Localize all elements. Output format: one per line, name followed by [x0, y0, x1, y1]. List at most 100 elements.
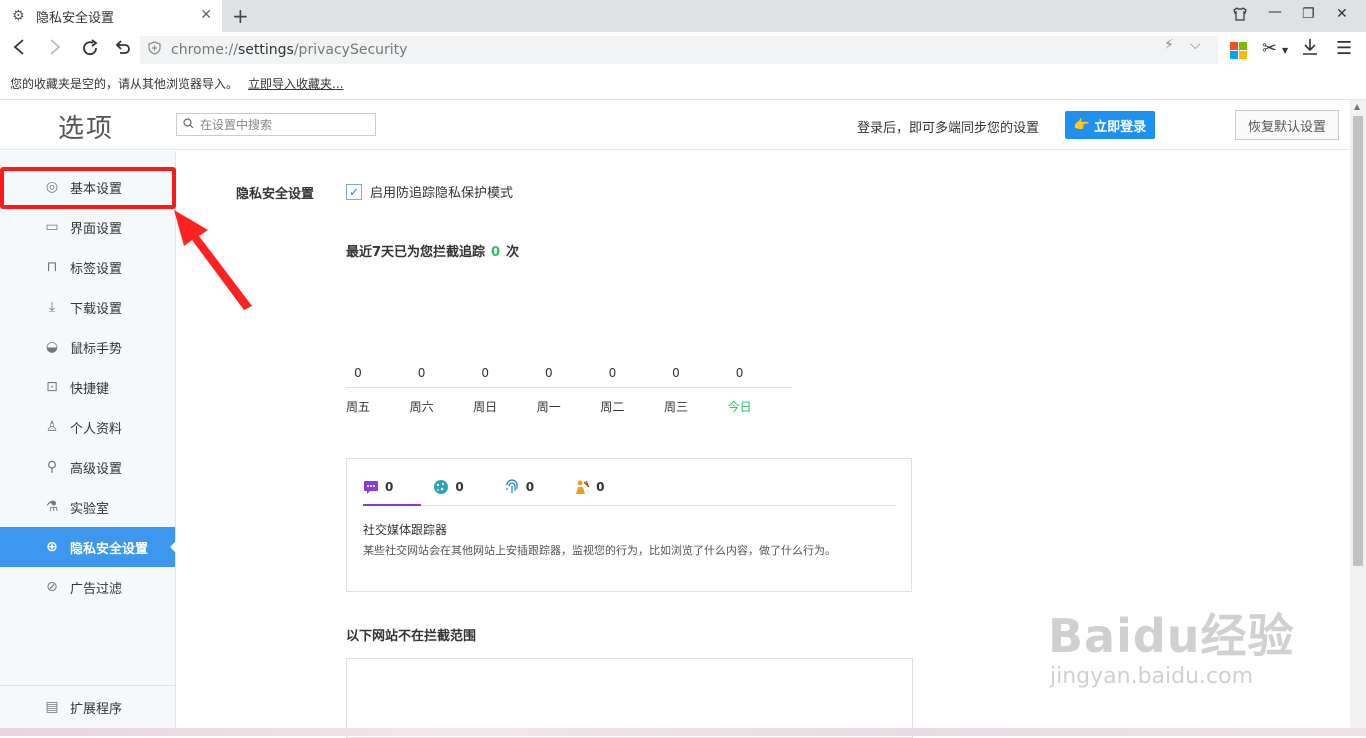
block-icon: ⊘ — [46, 579, 58, 595]
back-icon[interactable] — [12, 38, 26, 61]
scrollbar-thumb[interactable] — [1353, 116, 1363, 566]
shield-icon — [148, 41, 161, 59]
day-value: 0 — [481, 366, 489, 380]
sidebar-item-mouse-gesture[interactable]: ◒ 鼠标手势 — [0, 327, 175, 367]
day-label: 今日 — [727, 400, 752, 414]
day-column: 0 周六 — [402, 366, 442, 415]
reset-defaults-button[interactable]: 恢复默认设置 — [1235, 110, 1339, 140]
tracker-tab-cookie[interactable]: 0 — [433, 479, 464, 495]
day-label: 周三 — [663, 400, 688, 414]
login-button-label: 立即登录 — [1094, 119, 1147, 135]
wrench-icon: ⚲ — [46, 459, 58, 475]
search-input[interactable] — [200, 117, 370, 132]
login-hint: 登录后，即可多端同步您的设置 — [857, 121, 1040, 136]
new-tab-button[interactable]: + — [232, 4, 249, 28]
day-column: 0 周一 — [529, 366, 569, 415]
tracker-tab-fingerprint[interactable]: 0 — [504, 479, 534, 495]
shield-plus-icon: ⊕ — [46, 539, 58, 555]
anti-tracking-checkbox[interactable]: ✓ — [346, 183, 362, 200]
tracker-tab-miner[interactable]: 0 — [574, 479, 604, 495]
day-value: 0 — [672, 366, 680, 380]
download-icon: ⤓ — [48, 299, 56, 315]
blocked-stat: 最近7天已为您拦截追踪 0 次 — [346, 245, 520, 260]
sidebar: ◎ 基本设置 ▭ 界面设置 ⊓ 标签设置 ⤓ 下载设置 ◒ 鼠标手势 ⊡ 快捷键… — [0, 151, 176, 736]
sidebar-item-interface[interactable]: ▭ 界面设置 — [0, 207, 175, 247]
lightning-icon[interactable]: ⚡ — [1164, 37, 1174, 53]
weekly-block-chart: 0 周五 0 周六 0 周日 0 周一 0 周二 0 周三 0 今日 — [346, 366, 792, 416]
day-label: 周五 — [345, 400, 370, 414]
settings-search[interactable] — [176, 113, 376, 136]
sidebar-item-shortcuts[interactable]: ⊡ 快捷键 — [0, 367, 175, 407]
day-column: 0 周二 — [592, 366, 632, 415]
search-icon — [183, 117, 194, 132]
address-bar[interactable]: chrome://settings/privacySecurity — [140, 36, 1218, 64]
day-value: 0 — [608, 366, 617, 380]
sidebar-item-profile[interactable]: ♙ 个人资料 — [0, 407, 175, 447]
tracker-tab-social[interactable]: 0 — [363, 479, 393, 495]
undo-close-icon[interactable] — [114, 38, 132, 61]
tab-title: 隐私安全设置 — [36, 10, 115, 26]
cookie-icon — [433, 479, 449, 495]
day-label: 周二 — [600, 400, 625, 414]
whitelist-title: 以下网站不在拦截范围 — [346, 629, 477, 644]
keyboard-icon: ⊡ — [46, 379, 58, 395]
office-apps-icon[interactable] — [1230, 42, 1247, 59]
anti-tracking-option[interactable]: ✓ 启用防追踪隐私保护模式 — [346, 182, 513, 201]
day-value: 0 — [354, 366, 362, 380]
login-button[interactable]: 👉 立即登录 — [1065, 111, 1155, 139]
caret-down-icon[interactable]: ▼ — [1282, 46, 1288, 55]
annotation-highlight-box — [0, 167, 176, 209]
sidebar-item-lab[interactable]: ⚗ 实验室 — [0, 487, 175, 527]
tab-strip: ⚙ 隐私安全设置 ✕ + — ❐ ✕ — [0, 0, 1366, 32]
privacy-section-label: 隐私安全设置 — [236, 187, 315, 202]
scroll-up-icon[interactable]: ▲ — [1354, 102, 1360, 111]
forward-icon[interactable] — [48, 38, 62, 61]
shirt-skin-icon[interactable] — [1232, 6, 1248, 26]
whitelist-list[interactable] — [346, 658, 913, 738]
toolbar: chrome://settings/privacySecurity ⚡ ⌵ ✂ … — [0, 32, 1366, 68]
reload-icon[interactable] — [80, 38, 100, 63]
restore-icon[interactable]: ❐ — [1302, 6, 1315, 22]
page-title: 选项 — [58, 114, 115, 144]
miner-icon — [574, 479, 590, 495]
sidebar-item-download[interactable]: ⤓ 下载设置 — [0, 287, 175, 327]
baidu-watermark: Baidu经验 jingyan.baidu.com — [1048, 609, 1295, 689]
window-icon: ▭ — [45, 219, 59, 235]
tracker-tabs-underline — [363, 504, 896, 506]
download-icon[interactable] — [1302, 38, 1318, 61]
sidebar-item-tabs[interactable]: ⊓ 标签设置 — [0, 247, 175, 287]
chevron-down-icon[interactable]: ⌵ — [1190, 37, 1201, 53]
gear-icon: ⚙ — [12, 8, 25, 24]
flask-icon: ⚗ — [45, 499, 59, 515]
sidebar-item-privacy[interactable]: ⊕ 隐私安全设置 — [0, 527, 176, 567]
taskbar-strip — [0, 728, 1366, 736]
day-column: 0 周三 — [656, 366, 696, 415]
scissors-icon[interactable]: ✂ — [1262, 38, 1277, 59]
day-column: 0 周五 — [338, 366, 378, 415]
tab-close-icon[interactable]: ✕ — [200, 7, 212, 23]
sidebar-item-extensions[interactable]: ▤ 扩展程序 — [0, 687, 175, 727]
sidebar-item-adblock[interactable]: ⊘ 广告过滤 — [0, 567, 175, 607]
chat-icon — [363, 479, 379, 495]
url-text: chrome://settings/privacySecurity — [171, 42, 408, 58]
blocked-count: 0 — [491, 245, 501, 260]
sidebar-item-advanced[interactable]: ⚲ 高级设置 — [0, 447, 175, 487]
day-label: 周六 — [409, 400, 434, 414]
minimize-icon[interactable]: — — [1268, 4, 1282, 20]
extension-icon: ▤ — [45, 699, 59, 715]
close-window-icon[interactable]: ✕ — [1336, 6, 1348, 22]
tracker-description: 某些社交网站会在其他网站上安插跟踪器，监视您的行为，比如浏览了什么内容，做了什么… — [363, 544, 836, 557]
browser-tab[interactable]: ⚙ 隐私安全设置 ✕ — [0, 0, 222, 32]
vertical-scrollbar[interactable]: ▲ — [1350, 100, 1366, 728]
day-label: 周一 — [536, 400, 561, 414]
bookmarks-empty-text: 您的收藏夹是空的，请从其他浏览器导入。 — [10, 77, 239, 91]
day-label: 周日 — [473, 400, 498, 414]
hand-point-icon: 👉 — [1073, 117, 1091, 133]
import-bookmarks-link[interactable]: 立即导入收藏夹... — [248, 75, 343, 92]
menu-icon[interactable]: ☰ — [1336, 38, 1352, 59]
active-tab-indicator — [363, 504, 421, 506]
anti-tracking-label: 启用防追踪隐私保护模式 — [370, 186, 514, 201]
sidebar-divider — [0, 685, 175, 686]
tracker-panel: 0 0 0 0 社交媒体跟踪器 某些社交网站会在其他网站上安插跟踪器，监视您的行… — [346, 458, 912, 592]
bookmark-bar: 您的收藏夹是空的，请从其他浏览器导入。 立即导入收藏夹... — [0, 68, 1366, 100]
